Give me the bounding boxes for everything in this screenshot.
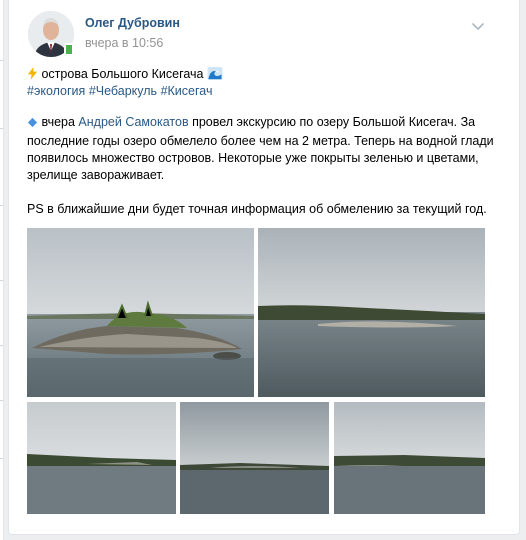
photo-5[interactable] xyxy=(334,402,485,514)
post-ps: PS в ближайшие дни будет точная информац… xyxy=(27,202,487,216)
post-title: острова Большого Кисегача xyxy=(41,67,204,81)
blue-diamond-icon xyxy=(27,116,38,133)
hashtag-kisegach[interactable]: #Кисегач xyxy=(161,84,213,98)
post-time[interactable]: вчера в 10:56 xyxy=(85,36,163,50)
photo-3[interactable] xyxy=(27,402,176,514)
author-name[interactable]: Олег Дубровин xyxy=(85,16,180,30)
hashtag-ecology[interactable]: #экология xyxy=(27,84,85,98)
hashtags: #экология #Чебаркуль #Кисегач xyxy=(27,83,497,100)
photo-4[interactable] xyxy=(180,402,329,514)
body-text-2: последние годы озеро обмелело более чем … xyxy=(27,134,494,148)
photo-2[interactable] xyxy=(258,228,485,397)
chevron-down-icon[interactable] xyxy=(470,18,486,34)
photo-1[interactable] xyxy=(27,228,254,397)
post-body: вчера Андрей Самокатов провел экскурсию … xyxy=(27,114,497,184)
left-column-edge xyxy=(0,0,4,540)
mentioned-user-link[interactable]: Андрей Самокатов xyxy=(78,115,188,129)
online-mobile-indicator xyxy=(64,43,74,56)
body-text-3: появилось множество островов. Некоторые … xyxy=(27,151,479,165)
body-text-1: провел экскурсию по озеру Большой Кисега… xyxy=(192,115,476,129)
body-text-4: зрелище завораживает. xyxy=(27,168,165,182)
body-prefix: вчера xyxy=(41,115,75,129)
hashtag-chebarkul[interactable]: #Чебаркуль xyxy=(89,84,157,98)
